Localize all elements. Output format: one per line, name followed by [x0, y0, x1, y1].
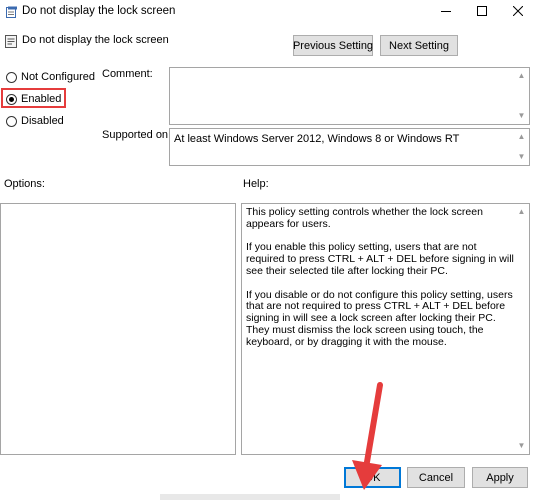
- radio-circle[interactable]: [6, 115, 17, 127]
- help-paragraph: This policy setting controls whether the…: [246, 206, 483, 230]
- options-panel: [0, 203, 236, 455]
- options-label: Options:: [4, 178, 45, 190]
- scroll-down-icon[interactable]: ▼: [516, 152, 527, 162]
- help-panel: This policy setting controls whether the…: [241, 203, 530, 455]
- help-paragraph: If you enable this policy setting, users…: [246, 241, 514, 277]
- policy-document-icon: [6, 6, 18, 18]
- comment-label: Comment:: [102, 68, 153, 80]
- radio-circle[interactable]: [6, 71, 17, 83]
- comment-scrollbar[interactable]: ▲ ▼: [514, 68, 529, 124]
- maximize-icon: [477, 6, 487, 19]
- scroll-down-icon[interactable]: ▼: [516, 441, 527, 451]
- radio-label: Not Configured: [21, 71, 95, 83]
- cancel-button[interactable]: Cancel: [407, 467, 465, 488]
- maximize-button[interactable]: [465, 0, 499, 25]
- minimize-icon: [441, 6, 451, 19]
- close-icon: [512, 5, 524, 19]
- radio-label: Enabled: [21, 93, 62, 105]
- scroll-up-icon[interactable]: ▲: [516, 207, 527, 217]
- title-bar: Do not display the lock screen: [0, 0, 535, 25]
- policy-setting-icon: [5, 35, 17, 48]
- radio-not-configured[interactable]: Not Configured: [6, 71, 95, 83]
- background-window-edge: [160, 494, 340, 500]
- radio-disabled[interactable]: Disabled: [6, 115, 64, 127]
- radio-enabled[interactable]: Enabled: [6, 93, 61, 105]
- ok-button[interactable]: OK: [344, 467, 401, 488]
- radio-circle[interactable]: [6, 93, 17, 105]
- radio-label: Disabled: [21, 115, 64, 127]
- help-paragraph: If you disable or do not configure this …: [246, 288, 513, 348]
- apply-button[interactable]: Apply: [472, 467, 528, 488]
- previous-setting-button[interactable]: Previous Setting: [293, 35, 373, 56]
- supported-scrollbar[interactable]: ▲ ▼: [514, 129, 529, 165]
- scroll-up-icon[interactable]: ▲: [516, 132, 527, 142]
- comment-textarea[interactable]: ▲ ▼: [169, 67, 530, 125]
- next-setting-button[interactable]: Next Setting: [380, 35, 458, 56]
- help-label: Help:: [243, 178, 269, 190]
- policy-name: Do not display the lock screen: [22, 34, 169, 46]
- window-title: Do not display the lock screen: [22, 5, 176, 17]
- help-scrollbar[interactable]: ▲ ▼: [514, 204, 529, 454]
- supported-on-value: At least Windows Server 2012, Windows 8 …: [174, 133, 460, 145]
- supported-on-label: Supported on:: [102, 129, 172, 141]
- scroll-down-icon[interactable]: ▼: [516, 111, 527, 121]
- help-text: This policy setting controls whether the…: [246, 206, 517, 360]
- scroll-up-icon[interactable]: ▲: [516, 71, 527, 81]
- minimize-button[interactable]: [429, 0, 463, 25]
- close-button[interactable]: [501, 0, 535, 25]
